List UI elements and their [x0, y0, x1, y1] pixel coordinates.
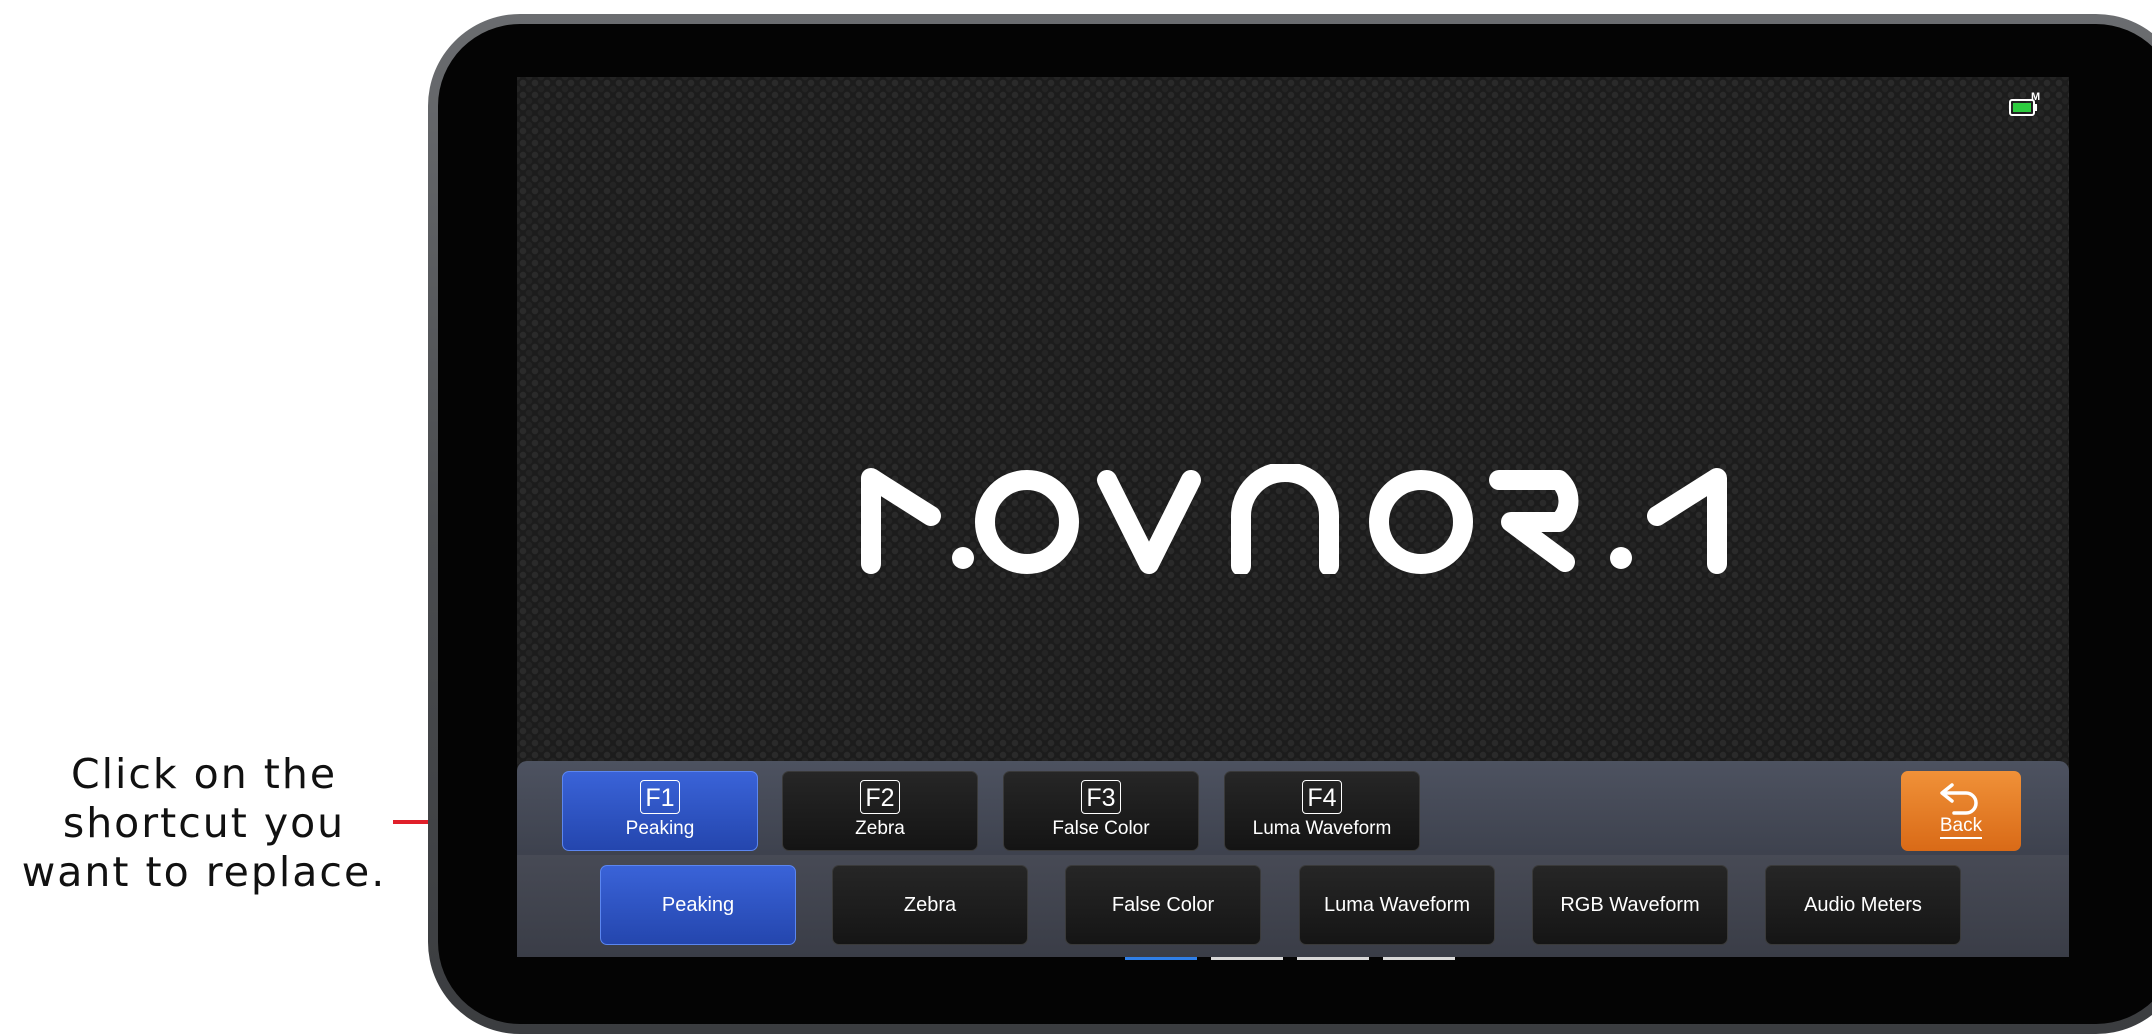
option-zebra[interactable]: Zebra — [832, 865, 1028, 945]
shortcut-f3[interactable]: F3 False Color — [1003, 771, 1199, 851]
page-indicator-dot-4[interactable] — [1383, 957, 1455, 960]
return-arrow-icon — [1940, 783, 1978, 815]
shortcut-f1[interactable]: F1 Peaking — [562, 771, 758, 851]
instruction-line-3: want to replace. — [21, 848, 387, 896]
shortcut-f4[interactable]: F4 Luma Waveform — [1224, 771, 1420, 851]
option-rgb-waveform[interactable]: RGB Waveform — [1532, 865, 1728, 945]
function-options-bar: Peaking Zebra False Color Luma Waveform … — [517, 855, 2069, 957]
back-label: Back — [1939, 815, 1983, 839]
instruction-line-1: Click on the — [70, 750, 338, 798]
battery-badge: M — [2031, 91, 2040, 103]
page-indicator-dot-2[interactable] — [1211, 957, 1283, 960]
shortcut-f2-label: Zebra — [855, 818, 905, 839]
shortcut-f1-key: F1 — [640, 780, 680, 814]
shortcut-f1-label: Peaking — [625, 818, 695, 839]
shortcut-f4-key: F4 — [1302, 780, 1342, 814]
shortcut-f2[interactable]: F2 Zebra — [782, 771, 978, 851]
back-button[interactable]: Back — [1901, 771, 2021, 851]
instruction-text: Click on the shortcut you want to replac… — [18, 750, 390, 897]
battery-icon: M — [2009, 91, 2040, 116]
option-audio-meters[interactable]: Audio Meters — [1765, 865, 1961, 945]
shortcut-f2-key: F2 — [860, 780, 900, 814]
movnorm-logo — [861, 464, 1727, 574]
instruction-line-2: shortcut you — [62, 799, 346, 847]
page-indicator — [1125, 957, 1465, 961]
page-indicator-dot-1[interactable] — [1125, 957, 1197, 960]
option-luma-waveform[interactable]: Luma Waveform — [1299, 865, 1495, 945]
option-peaking[interactable]: Peaking — [600, 865, 796, 945]
monitor-screen: M F1 Peaking F2 Zebra F3 False Color F4 … — [517, 77, 2069, 957]
option-false-color[interactable]: False Color — [1065, 865, 1261, 945]
shortcut-bar: F1 Peaking F2 Zebra F3 False Color F4 Lu… — [517, 761, 2069, 865]
shortcut-f4-label: Luma Waveform — [1252, 818, 1392, 839]
shortcut-f3-label: False Color — [1052, 818, 1150, 839]
page-indicator-dot-3[interactable] — [1297, 957, 1369, 960]
shortcut-f3-key: F3 — [1081, 780, 1121, 814]
